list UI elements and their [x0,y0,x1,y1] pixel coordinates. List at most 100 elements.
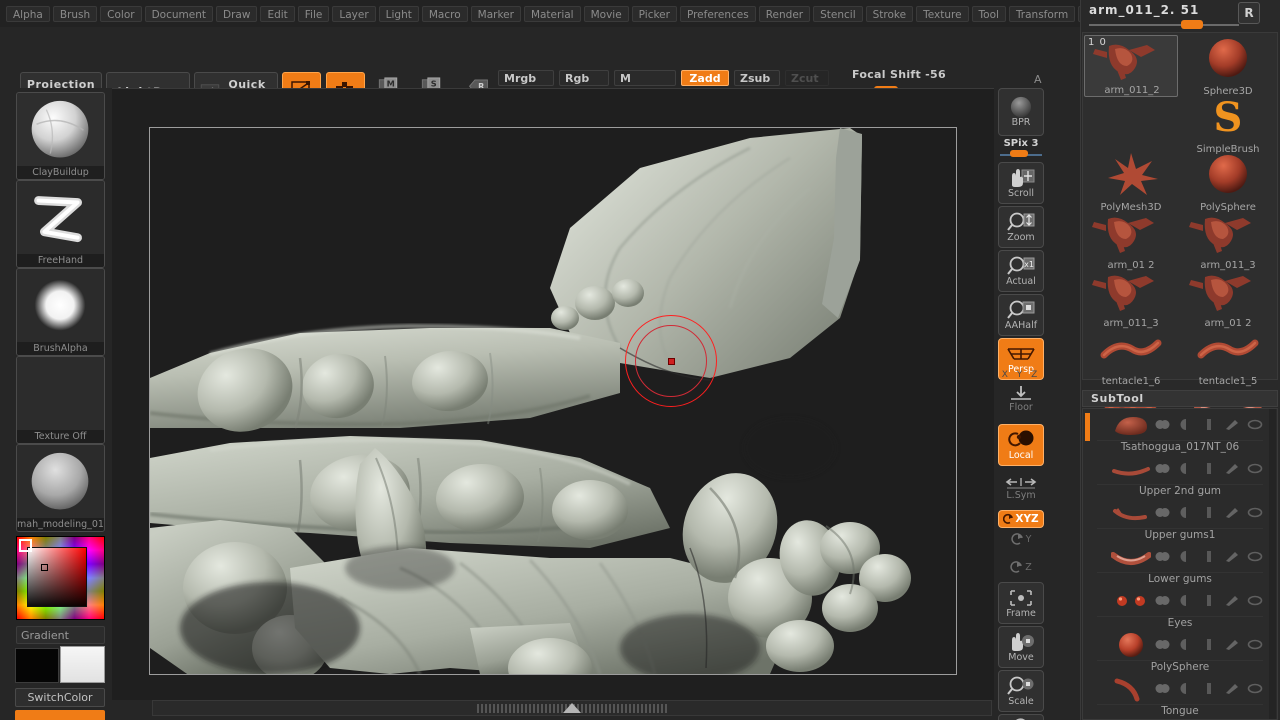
alternate-color-button[interactable] [15,710,105,720]
menu-item-picker[interactable]: Picker [631,5,677,22]
tool-grid-item[interactable]: 1 0arm_011_2 [1084,35,1178,97]
menu-item-stencil[interactable]: Stencil [813,5,863,22]
tool-grid-item[interactable]: arm_011_3 [1084,267,1178,329]
rail-rotate-button[interactable] [998,714,1044,720]
menu-item-stroke[interactable]: Stroke [865,5,914,22]
stroke-swatch[interactable]: FreeHand [16,180,105,268]
subtool-header[interactable]: SubTool [1082,390,1278,407]
menu-item-marker[interactable]: Marker [470,5,521,22]
menu-item-transform[interactable]: Transform [1008,5,1076,22]
tool-slider-knob[interactable] [1181,20,1203,29]
z-axis-button[interactable]: Z [998,560,1044,575]
actual-button[interactable]: x1 Actual [998,250,1044,292]
tool-grid-item[interactable]: Sphere3D [1181,35,1275,97]
half-circle-icon[interactable] [1178,506,1194,519]
tool-grid-item[interactable]: tentacle1_5 [1181,325,1275,387]
spix-slider-knob[interactable] [1010,150,1028,157]
primary-color-swatch[interactable] [15,648,59,683]
brush-icon[interactable] [1224,638,1240,651]
mrgb-toggle[interactable]: Mrgb [498,70,554,86]
polypaint-icon[interactable] [1247,506,1263,519]
subtool-row[interactable]: PolySphere [1083,629,1277,673]
secondary-color-swatch[interactable] [60,646,105,683]
subtool-row[interactable]: Tsathoggua_017NT_06 [1083,409,1277,453]
half-circle-icon[interactable] [1178,550,1194,563]
half-circle-icon[interactable] [1178,638,1194,651]
menu-item-render[interactable]: Render [758,5,811,22]
brush-swatch[interactable]: ClayBuildup [16,92,105,180]
texture-swatch[interactable]: Texture Off [16,356,105,444]
rail-move-button[interactable]: Move [998,626,1044,668]
brush-icon[interactable] [1224,418,1240,431]
column-icon[interactable] [1201,506,1217,519]
tool-reset-button[interactable]: R [1238,2,1260,24]
local-symmetry-button[interactable]: L.Sym [998,476,1044,501]
menu-item-alpha[interactable]: Alpha [6,5,50,22]
tool-grid-item[interactable]: S SimpleBrush [1181,93,1275,155]
menu-item-document[interactable]: Document [144,5,213,22]
color-picker[interactable] [16,536,105,620]
menu-item-layer[interactable]: Layer [332,5,376,22]
tool-grid-item[interactable]: arm_01 2 [1084,209,1178,271]
column-icon[interactable] [1201,594,1217,607]
canvas-area[interactable] [112,88,994,700]
subtool-row[interactable]: Eyes [1083,585,1277,629]
polypaint-icon[interactable] [1247,462,1263,475]
subtool-list[interactable]: Tsathoggua_017NT_06 Upper 2nd gum Upper gu… [1082,408,1278,720]
zadd-toggle[interactable]: Zadd [681,70,729,86]
half-circle-icon[interactable] [1178,682,1194,695]
subtool-row[interactable]: Upper 2nd gum [1083,453,1277,497]
subtool-row[interactable]: Upper gums1 [1083,497,1277,541]
local-button[interactable]: Local [998,424,1044,466]
switch-color-button[interactable]: SwitchColor [15,688,105,707]
xyz-axis-button[interactable]: XYZ [998,510,1044,528]
tool-grid-item[interactable]: PolySphere [1181,151,1275,213]
menu-item-edit[interactable]: Edit [260,5,295,22]
column-icon[interactable] [1201,550,1217,563]
zoom-button[interactable]: Zoom [998,206,1044,248]
material-swatch[interactable]: mah_modeling_01 [16,444,105,532]
scroll-button[interactable]: Scroll [998,162,1044,204]
menu-item-material[interactable]: Material [523,5,581,22]
saturation-value-square[interactable] [27,547,87,607]
eye-visibility-icon[interactable] [1155,506,1171,519]
polypaint-icon[interactable] [1247,682,1263,695]
rgb-toggle[interactable]: Rgb [559,70,609,86]
eye-visibility-icon[interactable] [1155,682,1171,695]
document-canvas[interactable] [149,127,957,675]
m-toggle[interactable]: M [614,70,676,86]
subtool-row[interactable]: Lower gums [1083,541,1277,585]
eye-visibility-icon[interactable] [1155,462,1171,475]
tool-slider-track[interactable] [1089,24,1239,26]
polypaint-icon[interactable] [1247,594,1263,607]
eye-visibility-icon[interactable] [1155,550,1171,563]
half-circle-icon[interactable] [1178,462,1194,475]
menu-item-preferences[interactable]: Preferences [679,5,756,22]
aahalf-button[interactable]: AAHalf [998,294,1044,336]
menu-item-tool[interactable]: Tool [971,5,1006,22]
polypaint-icon[interactable] [1247,638,1263,651]
tool-grid-item[interactable]: arm_01 2 [1181,267,1275,329]
eye-visibility-icon[interactable] [1155,418,1171,431]
brush-icon[interactable] [1224,462,1240,475]
menu-item-light[interactable]: Light [378,5,419,22]
eye-visibility-icon[interactable] [1155,638,1171,651]
menu-item-color[interactable]: Color [100,5,142,22]
polypaint-icon[interactable] [1247,550,1263,563]
brush-icon[interactable] [1224,682,1240,695]
zsub-toggle[interactable]: Zsub [734,70,780,86]
floor-button[interactable]: Floor [998,384,1044,413]
brush-icon[interactable] [1224,594,1240,607]
zcut-toggle[interactable]: Zcut [785,70,829,86]
menu-item-brush[interactable]: Brush [52,5,98,22]
bpr-button[interactable]: BPR [998,88,1044,136]
tool-grid-item[interactable] [1084,93,1178,155]
frame-button[interactable]: Frame [998,582,1044,624]
brush-icon[interactable] [1224,550,1240,563]
column-icon[interactable] [1201,638,1217,651]
scrollbar-up-triangle-icon[interactable] [563,703,581,713]
gradient-button[interactable]: Gradient [16,626,105,644]
canvas-horizontal-scrollbar[interactable] [152,700,992,716]
tool-grid-item[interactable]: tentacle1_6 [1084,325,1178,387]
menu-item-movie[interactable]: Movie [583,5,629,22]
